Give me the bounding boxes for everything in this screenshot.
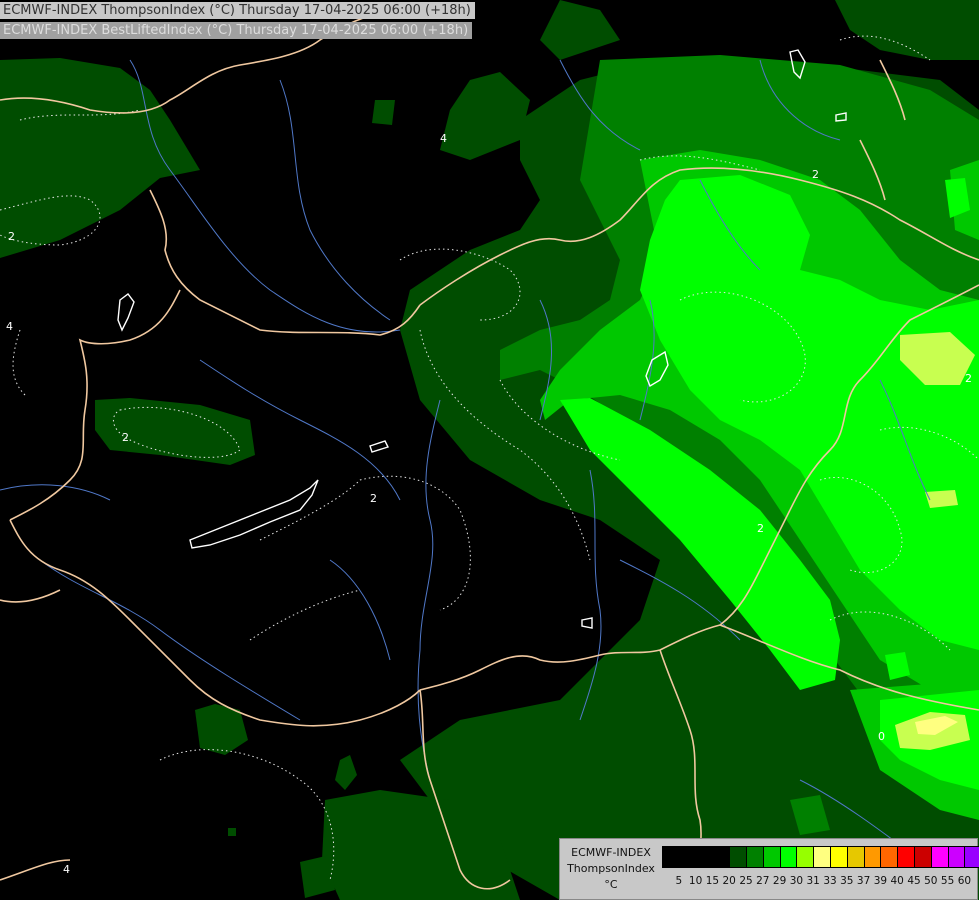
legend-tick-label: 50 <box>924 875 938 887</box>
legend-swatch <box>730 847 747 867</box>
legend-parameter: ThompsonIndex <box>567 862 655 875</box>
legend-swatch <box>713 847 731 867</box>
legend-tick-label: 29 <box>772 875 787 887</box>
legend-swatch <box>797 847 815 867</box>
legend-swatch <box>663 847 680 867</box>
legend-tick-label: 5 <box>675 875 683 887</box>
contour-label: 4 <box>6 320 13 333</box>
legend-tick-label: 35 <box>840 875 854 887</box>
legend-tick-label: 55 <box>940 875 955 887</box>
legend-swatch <box>746 847 764 867</box>
map-title-line2: ECMWF-INDEX BestLiftedIndex (°C) Thursda… <box>0 22 473 39</box>
legend-tick-label: 37 <box>856 875 871 887</box>
contour-label: 0 <box>878 730 885 743</box>
legend-tick-label: 30 <box>789 875 804 887</box>
legend-swatch <box>914 847 932 867</box>
contour-label: 2 <box>122 431 129 444</box>
legend-tick-label: 45 <box>907 875 921 887</box>
contour-label: 4 <box>440 132 447 145</box>
legend-swatch <box>847 847 865 867</box>
contour-label: 2 <box>370 492 377 505</box>
legend-unit: °C <box>604 878 618 891</box>
contour-label: 2 <box>757 522 764 535</box>
legend-tick-label: 15 <box>705 875 720 887</box>
legend-tick-label: 10 <box>688 875 703 887</box>
legend-swatches <box>662 846 979 868</box>
legend-swatch <box>965 847 979 867</box>
legend-tick-label: 27 <box>756 875 770 887</box>
legend-swatch <box>814 847 831 867</box>
legend-swatch <box>696 847 714 867</box>
contour-label: 2 <box>812 168 819 181</box>
color-legend: ECMWF-INDEX ThompsonIndex °C 5 10 15 20 25 27… <box>559 838 979 900</box>
legend-tick-label: 33 <box>823 875 837 887</box>
map-title-line1: ECMWF-INDEX ThompsonIndex (°C) Thursday … <box>0 2 475 19</box>
legend-tick-label: 25 <box>739 875 753 887</box>
legend-tick-label: 60 <box>957 875 972 887</box>
map-view[interactable]: 2 2 2 2 2 2 4 4 4 0 ECMWF-INDEX Thompson… <box>0 0 979 900</box>
legend-swatch <box>948 847 966 867</box>
contour-label: 2 <box>965 372 972 385</box>
legend-swatch <box>780 847 798 867</box>
legend-tick-label: 39 <box>873 875 888 887</box>
legend-swatch <box>830 847 848 867</box>
legend-swatch <box>679 847 697 867</box>
legend-tick-label: 40 <box>890 875 904 887</box>
legend-swatch <box>898 847 915 867</box>
contour-label: 4 <box>63 863 70 876</box>
forecast-map: 2 2 2 2 2 2 4 4 4 0 <box>0 0 979 900</box>
legend-swatch <box>864 847 882 867</box>
contour-label: 2 <box>8 230 15 243</box>
legend-tick-label: 20 <box>722 875 736 887</box>
legend-swatch <box>881 847 899 867</box>
legend-tick-label: 31 <box>806 875 820 887</box>
legend-swatch <box>931 847 949 867</box>
legend-swatch <box>763 847 781 867</box>
legend-source: ECMWF-INDEX <box>571 846 651 859</box>
